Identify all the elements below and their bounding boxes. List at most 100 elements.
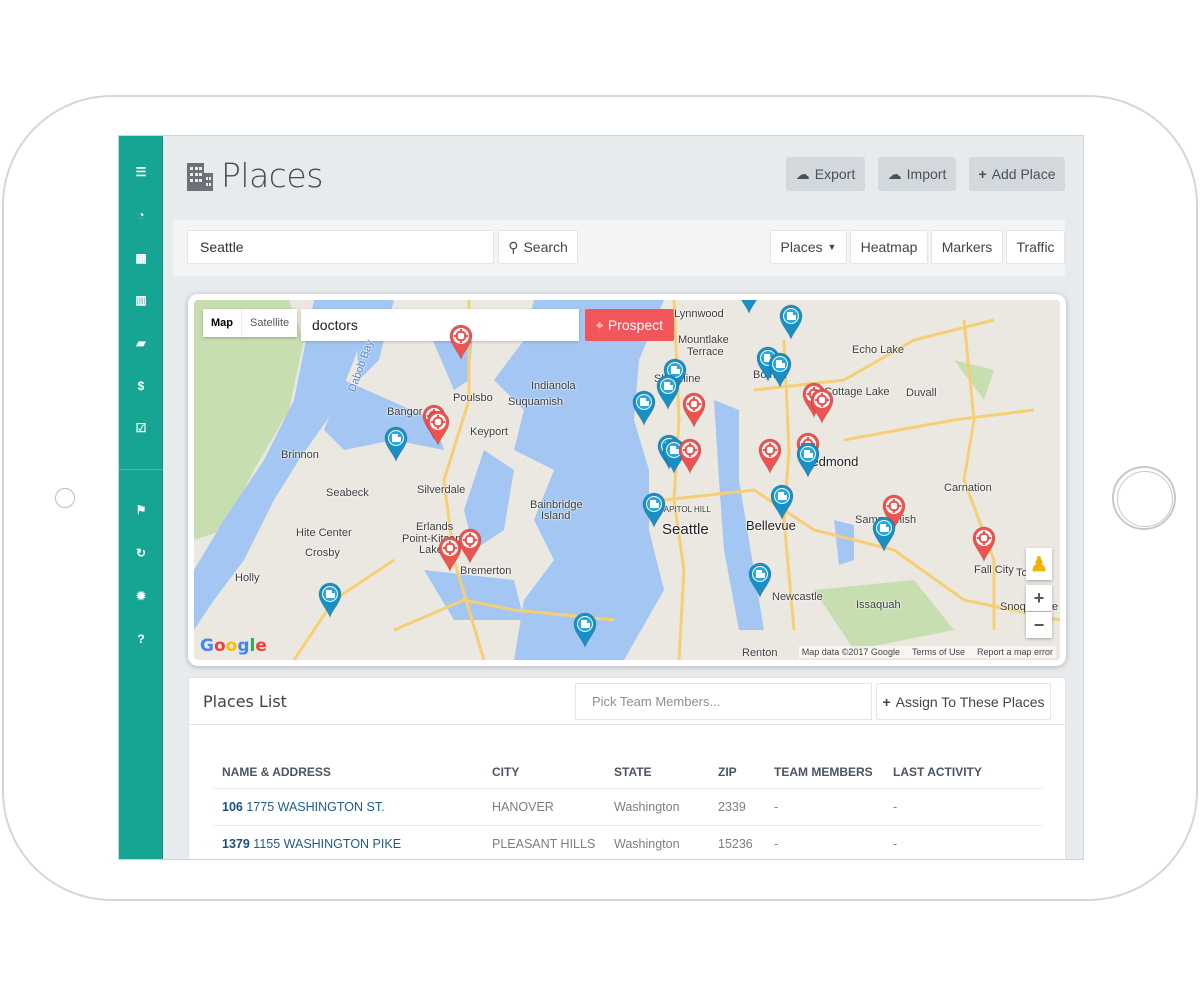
map-canvas[interactable]: Map Satellite doctors ⌖ Prospect Lynnwoo… (194, 300, 1060, 660)
location-input[interactable]: Seattle (187, 230, 494, 264)
place-id[interactable]: 106 (222, 800, 243, 814)
table-row[interactable]: 1379 1155 WASHINGTON PIKE PLEASANT HILLS… (213, 825, 1043, 859)
map-attribution: Map data ©2017 Google Terms of Use Repor… (798, 646, 1056, 658)
zoom-out-button[interactable]: − (1026, 612, 1052, 638)
bar-chart-icon[interactable]: ▥ (119, 290, 163, 310)
zoom-in-button[interactable]: + (1026, 585, 1052, 611)
import-button[interactable]: ☁ Import (878, 157, 956, 191)
place-last-activity: - (884, 825, 1043, 859)
map-label: Island (541, 510, 571, 522)
briefcase-icon[interactable]: ▰ (119, 333, 163, 353)
column-header[interactable]: TEAM MEMBERS (765, 756, 884, 789)
prospect-button[interactable]: ⌖ Prospect (585, 309, 674, 341)
place-marker-icon[interactable] (779, 304, 803, 340)
column-header[interactable]: STATE (605, 756, 709, 789)
gear-icon[interactable]: ✹ (119, 586, 163, 606)
check-square-icon[interactable]: ☑ (119, 418, 163, 438)
flag-icon[interactable]: ⚑ (119, 500, 163, 520)
terms-of-use-link[interactable]: Terms of Use (912, 647, 965, 657)
place-name-address[interactable]: 106 1775 WASHINGTON ST. (213, 788, 483, 826)
place-address[interactable]: 1155 WASHINGTON PIKE (253, 837, 401, 851)
prospect-marker-icon[interactable] (810, 388, 834, 424)
assign-places-button[interactable]: + Assign To These Places (876, 683, 1051, 720)
prospect-marker-icon[interactable] (682, 392, 706, 428)
places-dropdown[interactable]: Places ▼ (770, 230, 847, 264)
heatmap-button[interactable]: Heatmap (850, 230, 928, 264)
crosshairs-icon: ⌖ (595, 316, 604, 333)
place-marker-icon[interactable] (872, 516, 896, 552)
traffic-button[interactable]: Traffic (1006, 230, 1065, 264)
map-card: Map Satellite doctors ⌖ Prospect Lynnwoo… (188, 294, 1066, 666)
import-label: Import (906, 166, 947, 182)
places-table: NAME & ADDRESS CITY STATE ZIP TEAM MEMBE… (213, 756, 1043, 859)
map-label: Indianola (531, 380, 576, 392)
place-marker-icon[interactable] (770, 484, 794, 520)
server-icon[interactable]: ☰ (119, 162, 163, 182)
dollar-icon[interactable]: $ (119, 376, 163, 396)
map-keyword-input[interactable]: doctors (301, 309, 579, 341)
calendar-icon[interactable]: ▦ (119, 248, 163, 268)
map-label: Bremerton (460, 565, 512, 577)
export-button[interactable]: ☁ Export (786, 157, 865, 191)
map-label: Poulsbo (453, 392, 493, 404)
place-marker-icon[interactable] (632, 390, 656, 426)
place-marker-icon[interactable] (796, 442, 820, 478)
main-content: Places ☁ Export ☁ Import + Add Place Sea… (163, 136, 1083, 859)
place-city: PLEASANT HILLS (483, 825, 605, 859)
map-label: Hite Center (296, 527, 352, 539)
column-header[interactable]: LAST ACTIVITY (884, 756, 1043, 789)
search-button[interactable]: ⚲ Search (498, 230, 578, 264)
prospect-marker-icon[interactable] (458, 528, 482, 564)
place-zip: 2339 (709, 788, 765, 826)
add-place-button[interactable]: + Add Place (969, 157, 1065, 191)
page-title: Places (187, 156, 323, 195)
places-dropdown-label: Places (780, 239, 823, 255)
place-state: Washington (605, 825, 709, 859)
dashboard-icon[interactable]: ◔ (119, 205, 163, 225)
team-members-picker[interactable]: Pick Team Members... (575, 683, 872, 720)
map-label: Crosby (305, 547, 340, 559)
column-header[interactable]: NAME & ADDRESS (213, 756, 483, 789)
place-marker-icon[interactable] (573, 612, 597, 648)
prospect-marker-icon[interactable] (758, 438, 782, 474)
map-label: Keyport (470, 426, 508, 438)
place-city: HANOVER (483, 788, 605, 826)
cloud-upload-icon: ☁ (887, 165, 902, 182)
place-marker-icon[interactable] (318, 582, 342, 618)
place-marker-icon[interactable] (748, 562, 772, 598)
places-list-header: Places List Pick Team Members... + Assig… (189, 678, 1065, 725)
page-title-text: Places (221, 156, 323, 195)
map-type-map[interactable]: Map (203, 309, 241, 337)
search-icon: ⚲ (508, 238, 519, 255)
report-map-error-link[interactable]: Report a map error (977, 647, 1053, 657)
map-data-credit: Map data ©2017 Google (801, 647, 900, 657)
prospect-marker-icon[interactable] (426, 410, 450, 446)
column-header[interactable]: CITY (483, 756, 605, 789)
place-marker-icon[interactable] (384, 426, 408, 462)
cloud-download-icon: ☁ (795, 165, 810, 182)
place-marker-icon[interactable] (656, 374, 680, 410)
question-circle-icon[interactable]: ? (119, 629, 163, 649)
map-label: Renton (742, 647, 778, 659)
places-list-title: Places List (203, 692, 287, 711)
map-label: Bellevue (746, 518, 796, 533)
prospect-marker-icon[interactable] (972, 526, 996, 562)
plus-icon: + (978, 166, 987, 182)
street-view-pegman-icon[interactable]: ♟ (1026, 548, 1052, 580)
table-row[interactable]: 106 1775 WASHINGTON ST. HANOVER Washingt… (213, 788, 1043, 826)
place-marker-icon[interactable] (768, 352, 792, 388)
place-id[interactable]: 1379 (222, 837, 250, 851)
place-address[interactable]: 1775 WASHINGTON ST. (246, 800, 384, 814)
place-marker-icon[interactable] (737, 300, 761, 314)
prospect-marker-icon[interactable] (678, 438, 702, 474)
column-header[interactable]: ZIP (709, 756, 765, 789)
refresh-icon[interactable]: ↻ (119, 543, 163, 563)
prospect-marker-icon[interactable] (449, 324, 473, 360)
place-marker-icon[interactable] (642, 492, 666, 528)
map-type-satellite[interactable]: Satellite (241, 309, 297, 337)
markers-button[interactable]: Markers (931, 230, 1003, 264)
map-label: Lynnwood (674, 308, 724, 320)
map-toolbar: Seattle ⚲ Search Places ▼ Heatmap Marker… (173, 220, 1065, 276)
map-label: Newcastle (772, 591, 823, 603)
place-name-address[interactable]: 1379 1155 WASHINGTON PIKE (213, 825, 483, 859)
